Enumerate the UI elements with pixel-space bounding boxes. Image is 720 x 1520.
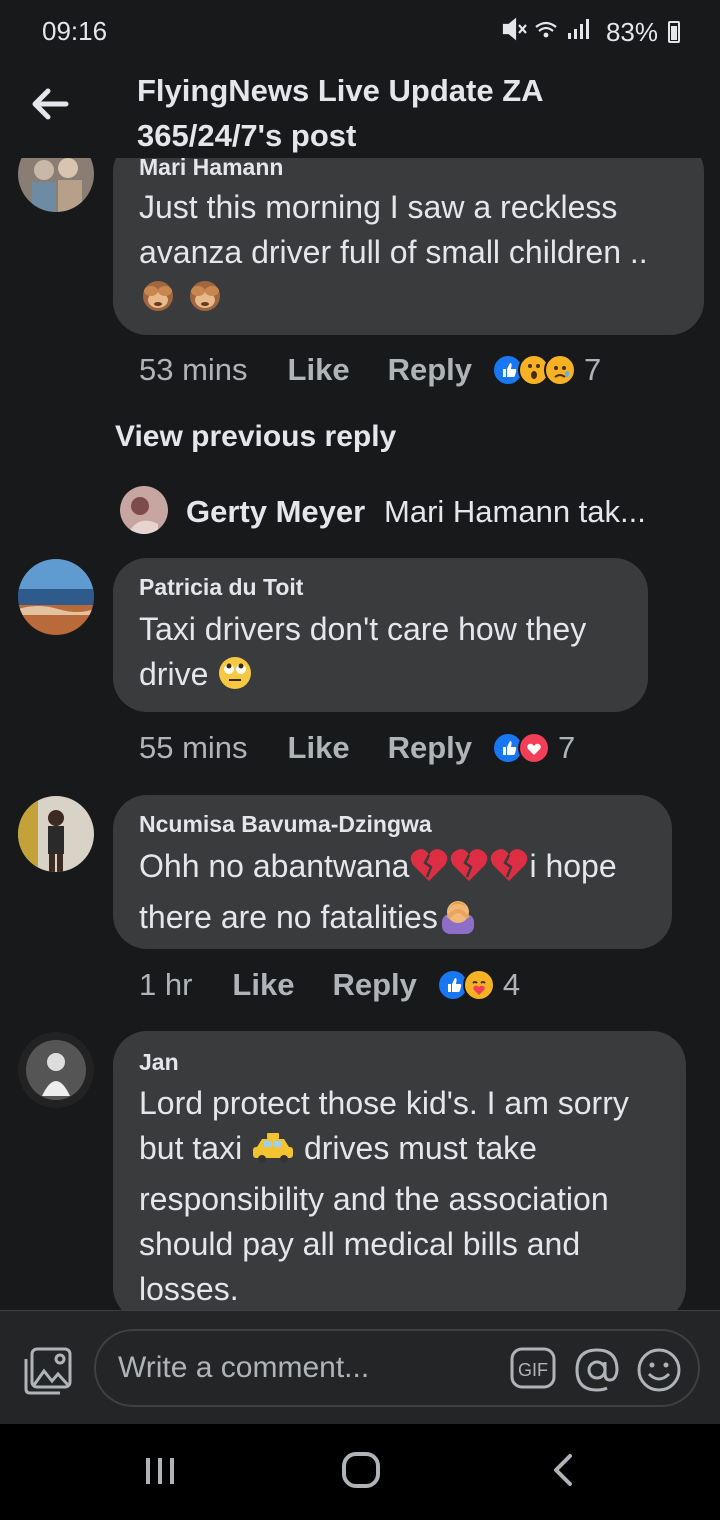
sad-reaction-icon: [544, 354, 576, 386]
like-button[interactable]: Like: [288, 352, 350, 388]
broken-heart-icon: [489, 847, 529, 895]
comment-text: Lord protect those kid's. I am sorry but…: [139, 1081, 629, 1310]
comment-bubble[interactable]: Patricia du Toit Taxi drivers don't care…: [113, 558, 648, 712]
comment-actions: 53 mins Like Reply 7: [139, 350, 601, 390]
page-title: FlyingNews Live Update ZA 365/24/7's pos…: [137, 68, 657, 158]
avatar-patricia-du-toit[interactable]: [18, 559, 94, 635]
reply-author[interactable]: Gerty Meyer: [186, 494, 365, 530]
comment-text-line: avanza driver full of small children ..: [139, 234, 648, 270]
comment-bubble[interactable]: Ncumisa Bavuma-Dzingwa Ohh no abantwana i…: [113, 795, 672, 949]
comment-text-line: Just this morning I saw a reckless: [139, 189, 618, 225]
home-icon[interactable]: [338, 1446, 386, 1499]
avatar-gerty-meyer[interactable]: [120, 486, 168, 534]
woman-facepalm-icon: [438, 896, 478, 946]
status-indicators: 83%: [500, 16, 680, 48]
mention-icon[interactable]: [574, 1347, 620, 1398]
broken-heart-icon: [449, 847, 489, 895]
comment-bubble[interactable]: Mari Hamann Just this morning I saw a re…: [113, 158, 704, 335]
comment-text-fragment: but taxi: [139, 1130, 243, 1166]
comment-text-line: Lord protect those kid's. I am sorry: [139, 1085, 629, 1121]
comment-text-line: should pay all medical bills and: [139, 1226, 581, 1262]
love-reaction-icon: [518, 732, 550, 764]
reactions-summary[interactable]: 7: [492, 352, 601, 388]
system-navigation-bar: [0, 1424, 720, 1520]
comment-text: Taxi drivers don't care how they drive: [139, 607, 586, 703]
comments-feed[interactable]: Mari Hamann Just this morning I saw a re…: [0, 158, 720, 1310]
comment-text-fragment: Ohh no abantwana: [139, 848, 410, 884]
comment-actions: 1 hr Like Reply 4: [139, 965, 520, 1005]
view-previous-reply-link[interactable]: View previous reply: [115, 420, 396, 454]
reply-snippet: Mari Hamann tak...: [384, 494, 646, 529]
reply-button[interactable]: Reply: [332, 967, 416, 1003]
comment-bubble[interactable]: Jan Lord protect those kid's. I am sorry…: [113, 1031, 686, 1310]
comment-text-fragment: drive: [139, 656, 209, 692]
reactions-count: 7: [584, 352, 602, 387]
reactions-summary[interactable]: 4: [436, 967, 521, 1003]
see-no-evil-monkey-icon: [186, 276, 224, 326]
comment-text-line: there are no fatalities: [139, 895, 617, 946]
taxi-icon: [251, 1131, 295, 1177]
comment-text-line: responsibility and the association: [139, 1181, 609, 1217]
rolling-eyes-emoji-icon: [217, 655, 253, 703]
reactions-count: 4: [502, 967, 521, 1002]
comment-author[interactable]: Jan: [139, 1049, 179, 1076]
comment-time[interactable]: 53 mins: [139, 352, 248, 388]
comment-text-line: Ohh no abantwana i hope: [139, 844, 617, 895]
comment-text-line: drive: [139, 652, 586, 703]
see-no-evil-monkey-icon: [139, 276, 177, 326]
gif-button-label: GIF: [518, 1360, 548, 1380]
reactions-count: 7: [558, 730, 576, 765]
comment-actions: 55 mins Like Reply 7: [139, 728, 575, 768]
page-title-line2: 365/24/7's post: [137, 118, 357, 153]
comment-text-fragment: i hope: [529, 848, 617, 884]
reply-button[interactable]: Reply: [388, 352, 472, 388]
comment-author[interactable]: Mari Hamann: [139, 158, 283, 181]
comment-text-line: Taxi drivers don't care how they: [139, 611, 587, 647]
comment-text-fragment: there are no fatalities: [139, 899, 438, 935]
avatar-jan[interactable]: [18, 1032, 94, 1108]
page-title-line1: FlyingNews Live Update ZA: [137, 73, 544, 108]
reply-preview[interactable]: Gerty Meyer Mari Hamann tak...: [120, 486, 700, 536]
reactions-summary[interactable]: 7: [492, 730, 575, 766]
comment-author[interactable]: Ncumisa Bavuma-Dzingwa: [139, 811, 432, 838]
care-reaction-icon: [462, 969, 495, 1001]
comment-time[interactable]: 55 mins: [139, 730, 248, 766]
like-button[interactable]: Like: [232, 967, 294, 1003]
comment-composer: Write a comment... GIF: [0, 1310, 720, 1425]
comment-text: Ohh no abantwana i hope there are no fata…: [139, 844, 617, 946]
comment-text-fragment: drives must take: [303, 1130, 537, 1166]
emoji-smile-icon[interactable]: [636, 1347, 682, 1398]
back-arrow-icon[interactable]: [28, 82, 72, 126]
emoji-row: [139, 275, 648, 320]
recent-apps-icon[interactable]: [140, 1446, 180, 1499]
reply-button[interactable]: Reply: [388, 730, 472, 766]
avatar-ncumisa-bavuma-dzingwa[interactable]: [18, 796, 94, 872]
photo-gallery-icon[interactable]: [22, 1345, 74, 1397]
comment-text: Just this morning I saw a reckless avanz…: [139, 185, 648, 320]
battery-percent: 83%: [605, 16, 658, 47]
gif-button[interactable]: GIF: [510, 1347, 556, 1394]
comment-text-line: losses.: [139, 1271, 239, 1307]
avatar-mari-hamann[interactable]: [18, 158, 94, 212]
like-button[interactable]: Like: [288, 730, 350, 766]
mute-wifi-signal-icons: [500, 16, 596, 48]
comment-author[interactable]: Patricia du Toit: [139, 574, 303, 601]
post-header: FlyingNews Live Update ZA 365/24/7's pos…: [0, 60, 720, 158]
battery-icon: [668, 21, 680, 43]
broken-heart-icon: [409, 847, 449, 895]
comment-text-line: but taxi drives must take: [139, 1126, 629, 1177]
status-time: 09:16: [42, 16, 108, 46]
system-back-icon[interactable]: [540, 1446, 588, 1499]
status-bar: 09:16 83%: [0, 0, 720, 60]
comment-time[interactable]: 1 hr: [139, 967, 192, 1003]
comment-input-placeholder: Write a comment...: [118, 1351, 370, 1384]
